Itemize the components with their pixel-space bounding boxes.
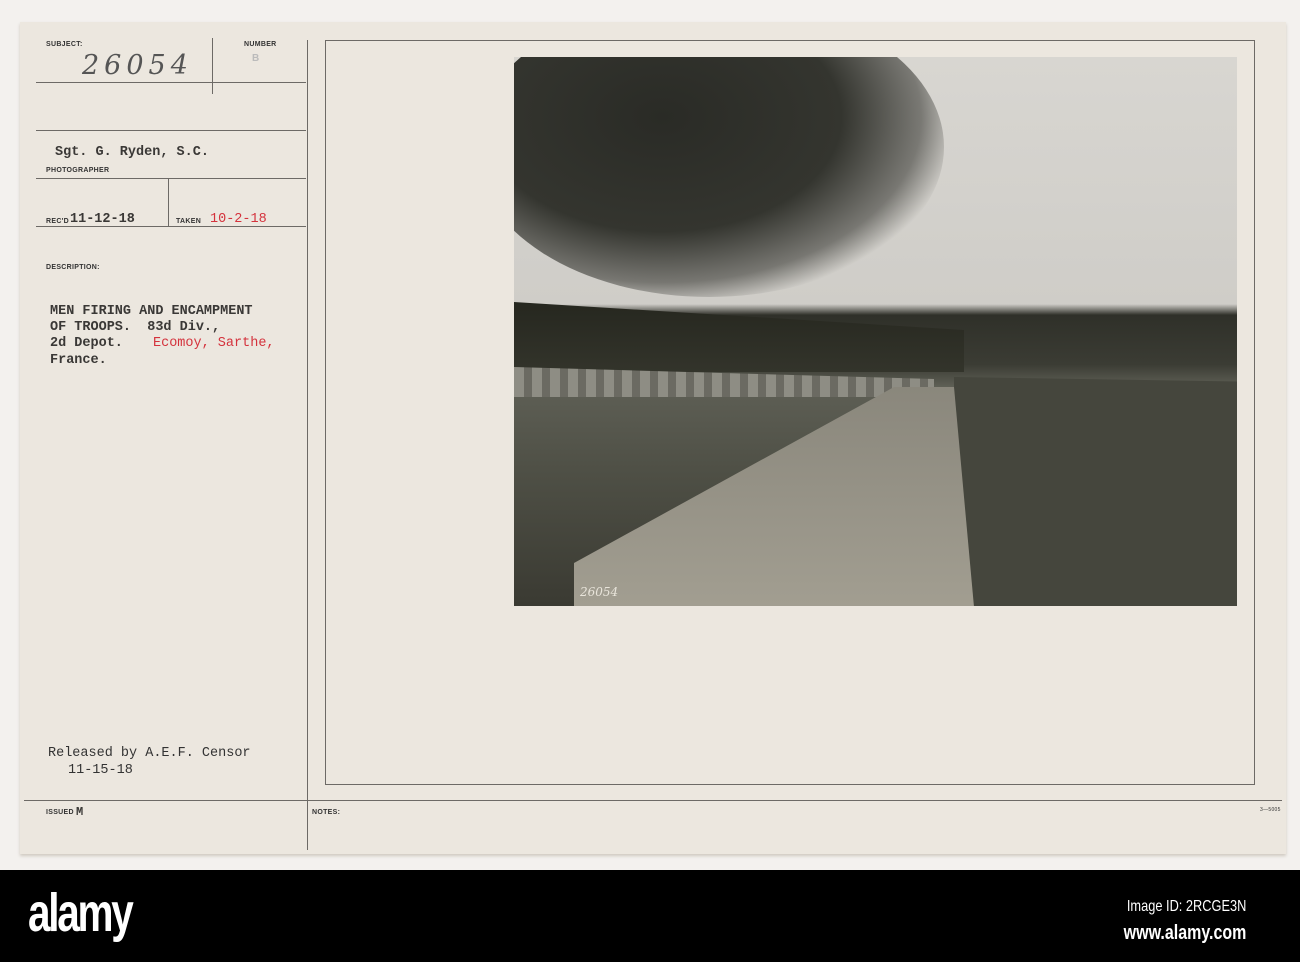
- photographer-label: PHOTOGRAPHER: [46, 167, 110, 174]
- photo-caption: 26054: [580, 585, 619, 599]
- rule: [36, 82, 306, 83]
- tree-branches: [514, 57, 944, 297]
- firing-trench: [574, 387, 974, 606]
- release-date: 11-15-18: [68, 763, 133, 778]
- description-location: Ecomoy, Sarthe,: [153, 336, 275, 351]
- notes-label: NOTES:: [312, 809, 341, 816]
- column-divider: [307, 40, 308, 850]
- subject-number: 26054: [82, 50, 193, 81]
- issued-label: ISSUED: [46, 809, 74, 816]
- number-label: NUMBER: [244, 41, 277, 48]
- description-label: DESCRIPTION:: [46, 264, 100, 271]
- taken-label: TAKEN: [176, 218, 202, 225]
- photograph: 26054: [514, 57, 1237, 606]
- taken-date: 10-2-18: [210, 212, 267, 227]
- alamy-logo: alamy: [28, 883, 134, 943]
- rule: [36, 130, 306, 131]
- photographer-name: Sgt. G. Ryden, S.C.: [55, 145, 209, 160]
- received-date: 11-12-18: [70, 212, 135, 227]
- rule: [24, 800, 1282, 801]
- field: [954, 377, 1237, 606]
- release-line: Released by A.E.F. Censor: [48, 746, 251, 761]
- issued-mark: M: [76, 805, 84, 819]
- description-line: OF TROOPS. 83d Div.,: [50, 320, 221, 335]
- description-line: France.: [50, 353, 107, 368]
- received-label: REC'D: [46, 218, 69, 225]
- description-line: MEN FIRING AND ENCAMPMENT: [50, 304, 253, 319]
- date-divider: [168, 178, 169, 226]
- subject-label: SUBJECT:: [46, 41, 83, 48]
- site-link[interactable]: www.alamy.com: [1123, 922, 1246, 945]
- image-id: Image ID: 2RCGE3N: [1126, 898, 1246, 915]
- form-number: 3—5005: [1260, 807, 1281, 813]
- description-line: 2d Depot.: [50, 336, 123, 351]
- footer-bar: [0, 870, 1300, 962]
- number-stamp: B: [252, 53, 260, 64]
- treeline: [514, 302, 964, 372]
- subject-divider: [212, 38, 213, 94]
- rule: [36, 178, 306, 179]
